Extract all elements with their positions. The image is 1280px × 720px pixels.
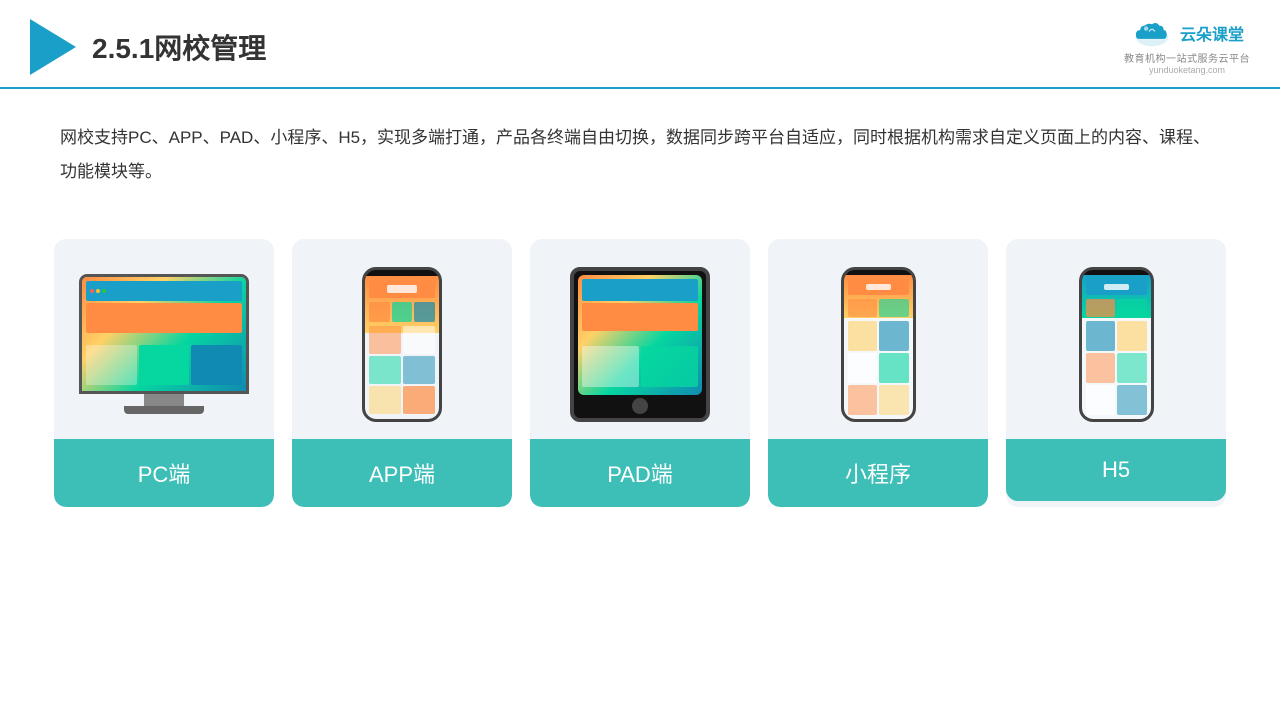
brand-url: yunduoketang.com [1149, 65, 1225, 75]
card-pc-image [54, 239, 274, 439]
card-pad-label: PAD端 [530, 439, 750, 507]
brand-section: 云朵课堂 教育机构一站式服务云平台 yunduoketang.com [1124, 18, 1250, 75]
logo-triangle-icon [30, 19, 76, 75]
card-app-image [292, 239, 512, 439]
dot-green [102, 289, 106, 293]
card-app: APP端 [292, 239, 512, 507]
mini-screen [844, 275, 913, 419]
cloud-logo-icon [1130, 18, 1174, 48]
card-h5-label: H5 [1006, 439, 1226, 501]
description-text: 网校支持PC、APP、PAD、小程序、H5，实现多端打通，产品各终端自由切换，数… [0, 89, 1280, 209]
cards-container: PC端 [0, 219, 1280, 527]
pb5 [403, 326, 435, 354]
card-mini: 小程序 [768, 239, 988, 507]
tb3 [641, 346, 698, 387]
card-pad: PAD端 [530, 239, 750, 507]
card-app-label: APP端 [292, 439, 512, 507]
brand-tagline: 教育机构一站式服务云平台 [1124, 50, 1250, 65]
tb1 [582, 303, 698, 331]
screen-block-1 [86, 303, 242, 333]
card-pad-image [530, 239, 750, 439]
card-pc-label: PC端 [54, 439, 274, 507]
dot-red [90, 289, 94, 293]
page-title: 2.5.1网校管理 [92, 27, 266, 67]
monitor-bar [86, 281, 242, 301]
card-mini-image [768, 239, 988, 439]
monitor-stand [144, 394, 184, 406]
pb3 [414, 302, 435, 322]
card-h5-image [1006, 239, 1226, 439]
pb1 [369, 302, 390, 322]
tablet-home-btn [632, 398, 648, 414]
brand-name: 云朵课堂 [1180, 21, 1244, 45]
dot-yellow [96, 289, 100, 293]
h5-screen [1082, 275, 1151, 419]
pb2 [392, 302, 413, 322]
monitor-screen [82, 277, 246, 391]
screen-block-2 [86, 345, 137, 385]
tablet-bar [582, 279, 698, 301]
mini-phone-mockup [841, 267, 916, 422]
h5-phone-mockup [1079, 267, 1154, 422]
pb8 [369, 386, 401, 414]
screen-block-3 [139, 345, 190, 385]
header-left: 2.5.1网校管理 [30, 19, 266, 75]
brand-logo: 云朵课堂 [1130, 18, 1244, 48]
pb6 [369, 356, 401, 384]
tablet-screen [578, 275, 702, 395]
pb4 [369, 326, 401, 354]
monitor-base [124, 406, 204, 414]
card-h5: H5 [1006, 239, 1226, 507]
card-mini-label: 小程序 [768, 439, 988, 507]
phone-notch [390, 270, 414, 276]
header: 2.5.1网校管理 云朵课堂 教育机构一站式服务云平台 yunduoketang… [0, 0, 1280, 89]
tablet-mockup [570, 267, 710, 422]
phone-mockup-app [362, 267, 442, 422]
card-pc: PC端 [54, 239, 274, 507]
pb9 [403, 386, 435, 414]
pb7 [403, 356, 435, 384]
tb2 [582, 346, 639, 387]
phone-screen [365, 276, 439, 419]
monitor-body [79, 274, 249, 394]
screen-block-4 [191, 345, 242, 385]
phone-header [369, 280, 435, 298]
pc-mockup [79, 274, 249, 414]
